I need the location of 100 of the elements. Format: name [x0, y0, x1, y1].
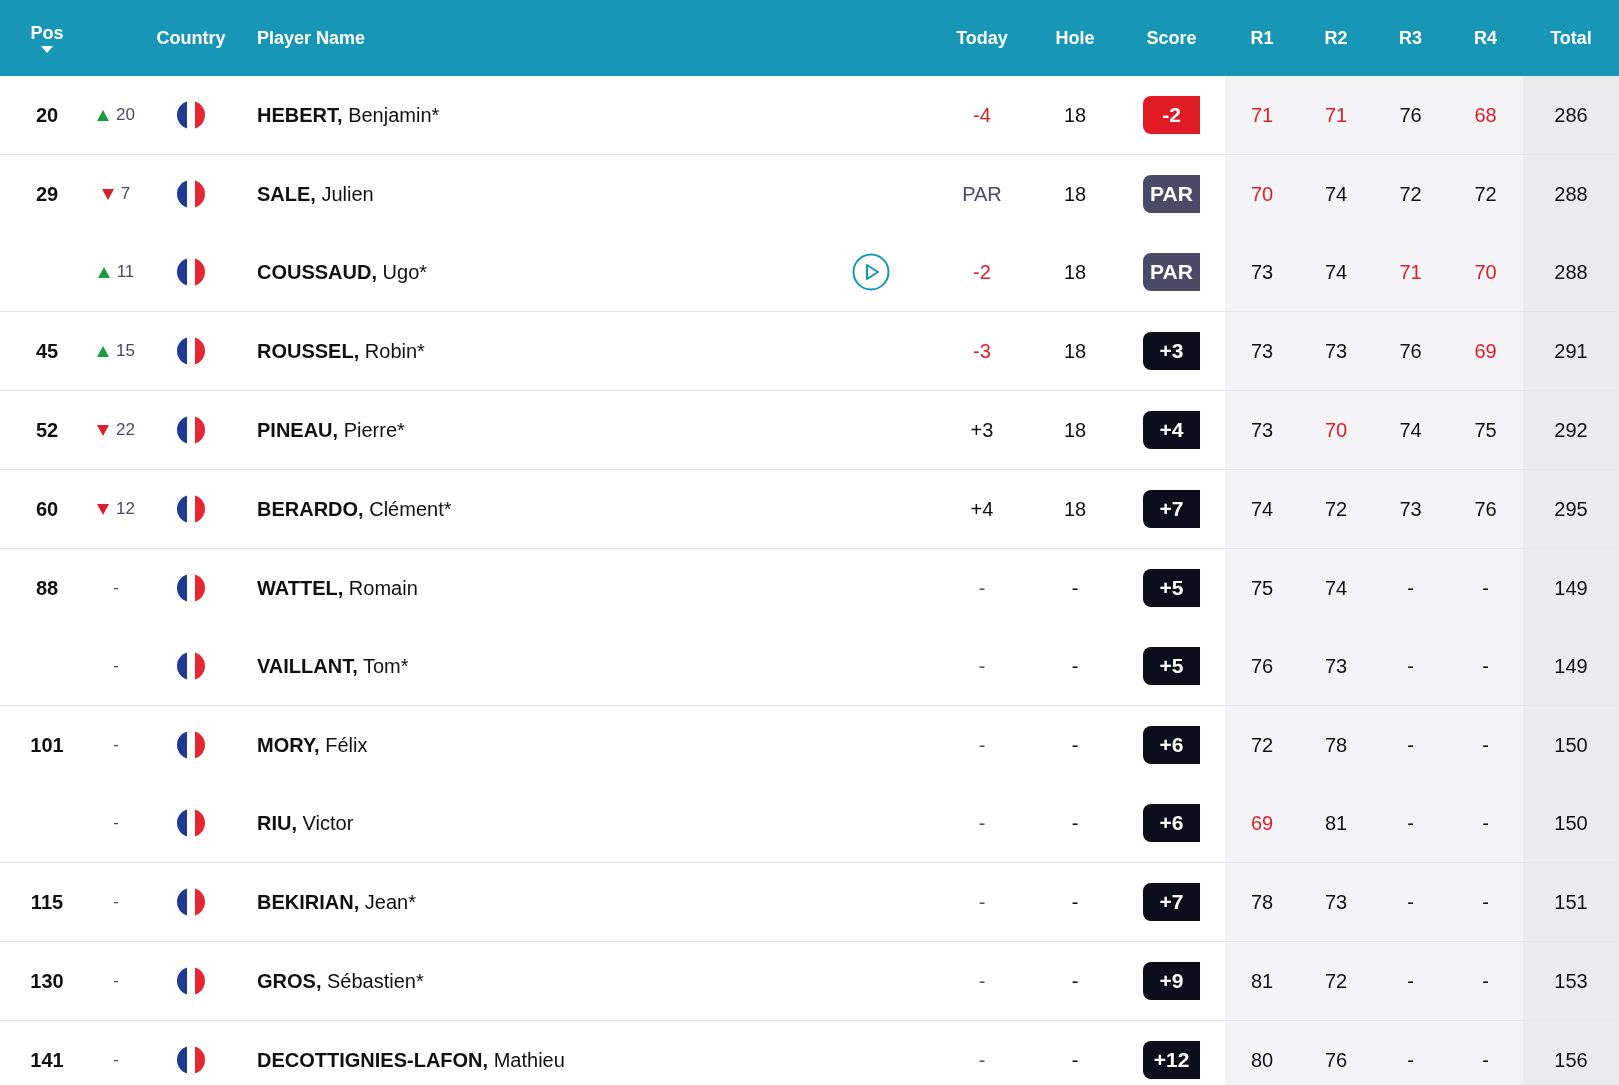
round-score: - [1482, 811, 1489, 836]
round-score: 73 [1250, 260, 1274, 285]
score-badge: +5 [1143, 647, 1200, 685]
total-score: 149 [1554, 576, 1588, 601]
round-score: 78 [1324, 733, 1348, 758]
position: 29 [35, 182, 59, 207]
hole: - [1071, 733, 1079, 758]
position: 115 [30, 890, 64, 915]
round-score: 76 [1324, 1048, 1348, 1073]
round-score: 73 [1250, 418, 1274, 443]
position: 88 [35, 576, 59, 601]
player-name[interactable]: RIU, Victor [257, 808, 354, 838]
round-score: 70 [1474, 260, 1497, 285]
round-score: - [1482, 654, 1489, 679]
play-icon[interactable] [852, 253, 890, 291]
round-score: 74 [1324, 576, 1348, 601]
player-name[interactable]: MORY, Félix [257, 730, 368, 760]
round-score: 72 [1399, 182, 1422, 207]
player-name[interactable]: COUSSAUD, Ugo* [257, 257, 428, 287]
position-change: 15 [116, 340, 135, 363]
round-score: 72 [1474, 182, 1497, 207]
player-name[interactable]: PINEAU, Pierre* [257, 415, 405, 445]
player-name[interactable]: BERARDO, Clément* [257, 494, 452, 524]
hole: 18 [1063, 418, 1087, 443]
flag-icon [177, 967, 205, 995]
today-score: +3 [970, 418, 994, 443]
hole: 18 [1063, 182, 1087, 207]
position-change: - [113, 655, 119, 678]
total-score: 295 [1554, 497, 1588, 522]
round-score: 68 [1474, 103, 1497, 128]
position-change: - [113, 891, 119, 914]
flag-icon [177, 731, 205, 759]
round-score: 74 [1324, 260, 1348, 285]
position: 52 [35, 418, 59, 443]
score-badge: -2 [1143, 96, 1200, 134]
total-score: 288 [1554, 260, 1588, 285]
round-score: - [1407, 969, 1414, 994]
flag-icon [177, 652, 205, 680]
flag-icon [177, 180, 205, 208]
round-score: - [1482, 969, 1489, 994]
round-score: 75 [1250, 576, 1274, 601]
round-score: - [1407, 890, 1414, 915]
round-score: - [1482, 576, 1489, 601]
total-score: 153 [1554, 969, 1588, 994]
score-badge: PAR [1143, 175, 1200, 213]
position: 45 [35, 339, 59, 364]
total-score: 288 [1554, 182, 1588, 207]
position-change: - [113, 734, 119, 757]
hole: 18 [1063, 339, 1087, 364]
round-score: 70 [1250, 182, 1274, 207]
flag-icon [177, 888, 205, 916]
round-score: 72 [1250, 733, 1274, 758]
position: 20 [35, 103, 59, 128]
hole: 18 [1063, 497, 1087, 522]
position-change: - [113, 1049, 119, 1072]
today-score: - [978, 1048, 986, 1073]
round-score: 69 [1250, 811, 1274, 836]
down-triangle-icon [101, 188, 114, 200]
round-score: 73 [1324, 654, 1348, 679]
position-change: 11 [116, 261, 135, 284]
score-badge: +3 [1143, 332, 1200, 370]
player-name[interactable]: WATTEL, Romain [257, 573, 418, 603]
player-name[interactable]: HEBERT, Benjamin* [257, 100, 440, 130]
round-score: 76 [1399, 339, 1422, 364]
player-name[interactable]: DECOTTIGNIES-LAFON, Mathieu [257, 1045, 565, 1075]
position: 101 [30, 733, 64, 758]
player-name[interactable]: VAILLANT, Tom* [257, 651, 409, 681]
flag-icon [177, 495, 205, 523]
player-name[interactable]: BEKIRIAN, Jean* [257, 887, 416, 917]
today-score: PAR [962, 182, 1002, 207]
hole: - [1071, 654, 1079, 679]
player-name[interactable]: ROUSSEL, Robin* [257, 336, 425, 366]
round-score: 71 [1399, 260, 1422, 285]
player-name[interactable]: GROS, Sébastien* [257, 966, 424, 996]
today-score: -3 [973, 339, 991, 364]
total-score: 149 [1554, 654, 1588, 679]
score-badge: +7 [1143, 883, 1200, 921]
round-score: - [1407, 1048, 1414, 1073]
hole: - [1071, 969, 1079, 994]
score-badge: +6 [1143, 804, 1200, 842]
today-score: -4 [973, 103, 991, 128]
round-score: - [1407, 811, 1414, 836]
hole: 18 [1063, 103, 1087, 128]
hole: - [1071, 576, 1079, 601]
up-triangle-icon [97, 266, 110, 278]
round-score: 72 [1324, 497, 1348, 522]
today-score: - [978, 654, 986, 679]
flag-icon [177, 101, 205, 129]
total-score: 286 [1554, 103, 1588, 128]
round-score: 74 [1399, 418, 1422, 443]
round-score: - [1482, 1048, 1489, 1073]
score-badge: +7 [1143, 490, 1200, 528]
round-score: - [1407, 654, 1414, 679]
player-name[interactable]: SALE, Julien [257, 179, 374, 209]
round-score: 81 [1324, 811, 1348, 836]
score-badge: +9 [1143, 962, 1200, 1000]
flag-icon [177, 258, 205, 286]
score-badge: PAR [1143, 253, 1200, 291]
flag-icon [177, 574, 205, 602]
round-score: 69 [1474, 339, 1497, 364]
